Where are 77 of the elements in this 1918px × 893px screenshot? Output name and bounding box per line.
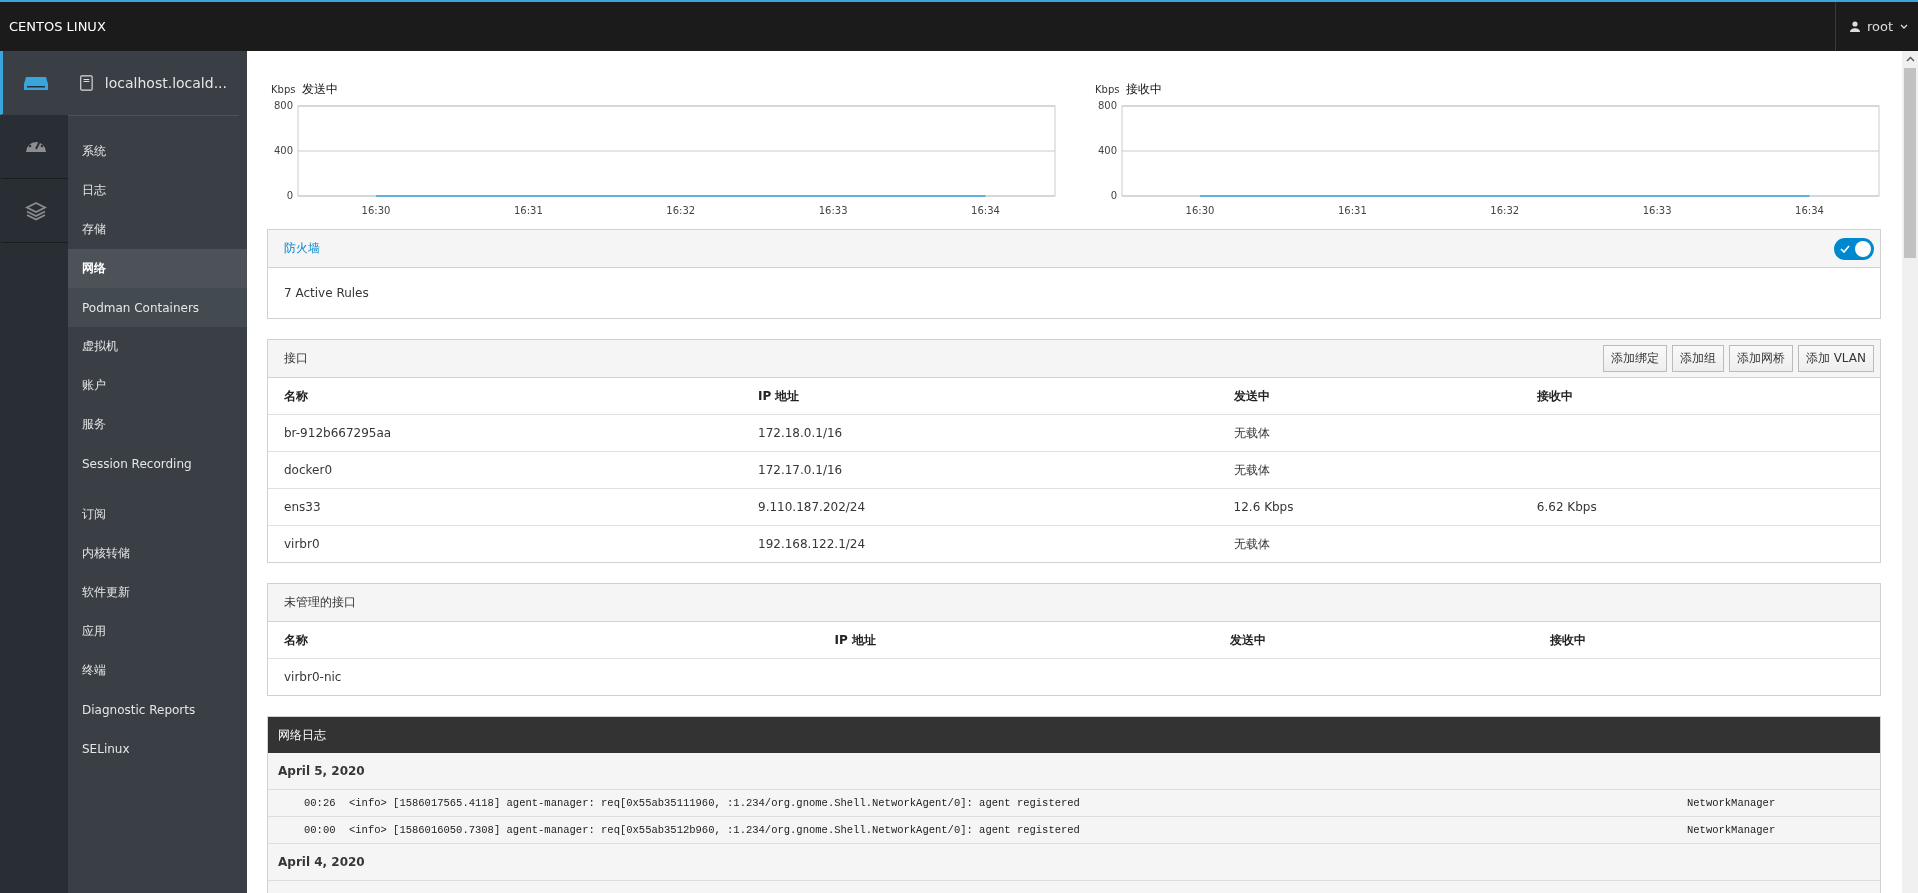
x-tick-label: 16:34 bbox=[971, 205, 1000, 216]
host-header[interactable]: localhost.locald... bbox=[68, 51, 239, 116]
nav-item[interactable]: 服务 bbox=[68, 405, 247, 444]
x-tick-label: 16:30 bbox=[1185, 205, 1215, 216]
column-header: IP 地址 bbox=[758, 387, 801, 405]
nav-item[interactable]: 软件更新 bbox=[68, 573, 247, 612]
panel-title: 接口 bbox=[284, 350, 308, 367]
scrollbar-thumb[interactable] bbox=[1904, 68, 1916, 258]
log-date: April 4, 2020 bbox=[268, 844, 1880, 881]
document-icon bbox=[80, 72, 93, 94]
rules-count: 7 Active Rules bbox=[284, 286, 369, 300]
layers-icon bbox=[24, 200, 47, 221]
nav-item[interactable]: 应用 bbox=[68, 612, 247, 651]
column-header: 发送中 bbox=[1230, 631, 1268, 649]
nav-item[interactable]: Session Recording bbox=[68, 444, 247, 483]
host-name: localhost.locald... bbox=[104, 75, 227, 91]
scroll-up-icon[interactable] bbox=[1905, 56, 1915, 62]
y-tick-label: 400 bbox=[1097, 145, 1117, 156]
x-tick-label: 16:33 bbox=[818, 205, 848, 216]
nav-item[interactable]: 订阅 bbox=[68, 495, 247, 534]
log-entry[interactable]: 00:00 <info> [1586016050.7308] agent-manager: req[0x55ab3512b960, :1.234/org.gnome.Shell.NetworkAgent/0]: agent registered NetworkManager bbox=[268, 817, 1880, 844]
user-icon bbox=[1849, 21, 1860, 32]
panel-title: 未管理的接口 bbox=[284, 594, 356, 611]
y-tick-label: 800 bbox=[1097, 100, 1117, 111]
server-icon bbox=[22, 74, 49, 91]
sidebar-icon-item[interactable] bbox=[0, 51, 68, 115]
y-tick-label: 800 bbox=[273, 100, 293, 111]
interface-row[interactable]: docker0 172.17.0.1/16 无载体 bbox=[268, 452, 1880, 489]
x-tick-label: 16:32 bbox=[666, 205, 696, 216]
nav-item[interactable]: 内核转储 bbox=[68, 534, 247, 573]
column-header: 接收中 bbox=[1549, 631, 1587, 649]
nav-item[interactable]: Diagnostic Reports bbox=[68, 690, 247, 729]
column-header: 名称 bbox=[284, 387, 309, 405]
gauge-icon bbox=[23, 139, 48, 154]
nav-item[interactable]: 终端 bbox=[68, 651, 247, 690]
caret-icon bbox=[1900, 24, 1908, 29]
interface-row[interactable]: virbr0 192.168.122.1/24 无载体 bbox=[268, 526, 1880, 562]
column-header: 发送中 bbox=[1233, 387, 1271, 405]
x-tick-label: 16:31 bbox=[513, 205, 543, 216]
add-button[interactable]: 添加网桥 bbox=[1728, 345, 1793, 372]
add-button[interactable]: 添加 VLAN bbox=[1797, 345, 1874, 372]
chart-title: 接收中 bbox=[1126, 81, 1163, 98]
nav-item[interactable]: SELinux bbox=[68, 729, 247, 768]
y-tick-label: 400 bbox=[273, 145, 293, 156]
brand-title: CENTOS LINUX bbox=[8, 19, 106, 34]
x-tick-label: 16:31 bbox=[1337, 205, 1367, 216]
nav-item[interactable]: Podman Containers bbox=[68, 288, 247, 327]
nav-item[interactable]: 日志 bbox=[68, 171, 247, 210]
log-entry[interactable]: 00:26 <info> [1586017565.4118] agent-manager: req[0x55ab35111960, :1.234/org.gnome.Shell.NetworkAgent/0]: agent registered NetworkManager bbox=[268, 790, 1880, 817]
check-icon bbox=[1840, 244, 1850, 253]
nav-item[interactable]: 系统 bbox=[68, 132, 247, 171]
add-button[interactable]: 添加绑定 bbox=[1602, 345, 1667, 372]
interface-row[interactable]: virbr0-nic bbox=[268, 659, 1880, 695]
x-tick-label: 16:34 bbox=[1795, 205, 1824, 216]
interface-row[interactable]: br-912b667295aa 172.18.0.1/16 无载体 bbox=[268, 415, 1880, 452]
unit-label: Kbps bbox=[1094, 84, 1120, 95]
x-tick-label: 16:30 bbox=[361, 205, 391, 216]
column-header: IP 地址 bbox=[834, 631, 878, 649]
log-date: April 5, 2020 bbox=[268, 753, 1880, 790]
column-header: 名称 bbox=[284, 631, 309, 649]
interface-row[interactable]: ens33 9.110.187.202/24 12.6 Kbps 6.62 Kbps bbox=[268, 489, 1880, 526]
scrollbar[interactable] bbox=[1902, 51, 1918, 893]
nav-item[interactable]: 存储 bbox=[68, 210, 247, 249]
column-header: 接收中 bbox=[1536, 387, 1574, 405]
firewall-toggle[interactable] bbox=[1834, 237, 1874, 260]
y-tick-label: 0 bbox=[286, 190, 293, 201]
y-tick-label: 0 bbox=[1110, 190, 1117, 201]
unit-label: Kbps bbox=[270, 84, 296, 95]
chart-title: 发送中 bbox=[302, 81, 339, 98]
nav-item[interactable]: 网络 bbox=[68, 249, 247, 288]
nav-item[interactable]: 账户 bbox=[68, 366, 247, 405]
add-button[interactable]: 添加组 bbox=[1671, 345, 1724, 372]
x-tick-label: 16:32 bbox=[1490, 205, 1520, 216]
x-tick-label: 16:33 bbox=[1642, 205, 1672, 216]
nav-item[interactable]: 虚拟机 bbox=[68, 327, 247, 366]
log-header: 网络日志 bbox=[268, 717, 1880, 753]
firewall-link[interactable]: 防火墙 bbox=[284, 240, 320, 257]
